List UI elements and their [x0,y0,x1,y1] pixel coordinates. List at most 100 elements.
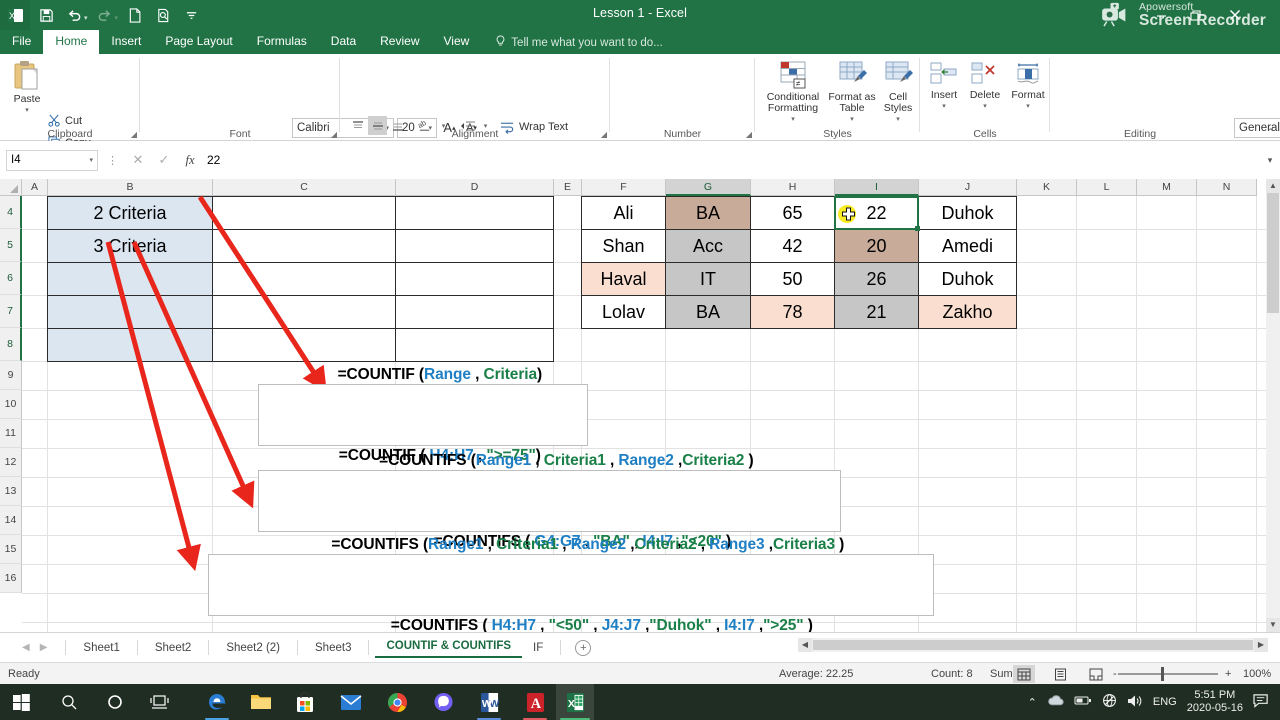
cell-C4[interactable] [212,196,396,230]
sheet-tab-sheet3[interactable]: Sheet3 [304,639,362,657]
horizontal-scrollbar[interactable]: ◀ ▶ [798,638,1268,652]
sheet-tab-sheet2[interactable]: Sheet2 [144,639,202,657]
rowhead-4[interactable]: 4 [0,196,22,229]
cell-B7[interactable] [47,295,213,329]
taskbar-app-word[interactable]: WW [468,684,510,720]
formula-input[interactable]: 22 [203,150,1260,171]
zoom-out-button[interactable]: - [1113,668,1117,680]
collapse-ribbon-button[interactable]: ⌃ [1266,127,1274,138]
cell-C7[interactable] [212,295,396,329]
font-dialog-launcher[interactable]: ◢ [331,130,337,139]
expand-formula-bar-icon[interactable]: ▾ [1260,155,1280,166]
clock[interactable]: 5:51 PM 2020-05-16 [1187,689,1243,715]
cell-D4[interactable] [395,196,554,230]
taskbar-app-excel[interactable]: X [556,684,594,720]
format-as-table-dropdown-icon[interactable]: ▾ [850,114,854,125]
battery-icon[interactable] [1074,695,1092,709]
cell-D7[interactable] [395,295,554,329]
colhead-B[interactable]: B [48,179,213,196]
next-sheet-icon[interactable]: ▶ [40,642,48,653]
cell-B4[interactable]: 2 Criteria [47,196,213,230]
colhead-G[interactable]: G [666,179,751,196]
cell-F5[interactable]: Shan [581,229,666,263]
insert-cells-dropdown-icon[interactable]: ▾ [942,101,946,112]
normal-view-button[interactable] [1013,665,1035,683]
rowhead-16[interactable]: 16 [0,564,22,593]
page-break-view-button[interactable] [1085,665,1107,683]
cell-B8[interactable] [47,328,213,362]
format-cells-button[interactable]: Format ▾ [1006,62,1050,112]
tab-review[interactable]: Review [368,30,431,54]
name-box-dropdown-icon[interactable]: ▾ [89,156,93,164]
taskbar-app-edge[interactable] [196,684,238,720]
cell-I6[interactable]: 26 [834,262,919,296]
cell-G7[interactable]: BA [665,295,751,329]
cell-G6[interactable]: IT [665,262,751,296]
sheet-tab-sheet2-2[interactable]: Sheet2 (2) [215,639,291,657]
restore-button[interactable] [1178,0,1212,30]
taskbar-app-adobe-reader[interactable]: A [514,684,556,720]
start-button[interactable] [0,684,42,720]
paste-dropdown-icon[interactable]: ▾ [25,105,29,116]
cell-J7[interactable]: Zakho [918,295,1017,329]
vertical-scroll-thumb[interactable] [1267,193,1279,313]
colhead-L[interactable]: L [1077,179,1137,196]
page-layout-view-button[interactable] [1049,665,1071,683]
cell-H6[interactable]: 50 [750,262,835,296]
enter-icon[interactable]: ✓ [151,152,177,168]
format-as-table-button[interactable]: Format as Table ▾ [827,60,877,125]
rowhead-6[interactable]: 6 [0,262,22,295]
scroll-down-arrow[interactable]: ▼ [1266,618,1280,632]
rowhead-8[interactable]: 8 [0,328,22,361]
tab-formulas[interactable]: Formulas [245,30,319,54]
colhead-I[interactable]: I [835,179,919,196]
add-sheet-button[interactable]: + [575,639,592,656]
delete-cells-dropdown-icon[interactable]: ▾ [983,101,987,112]
delete-cells-button[interactable]: Delete ▾ [964,62,1006,112]
cell-B5[interactable]: 3 Criteria [47,229,213,263]
colhead-A[interactable]: A [22,179,48,196]
vertical-scrollbar[interactable]: ▲ ▼ [1266,179,1280,632]
rowhead-13[interactable]: 13 [0,477,22,506]
format-cells-dropdown-icon[interactable]: ▾ [1026,101,1030,112]
paste-button[interactable]: Paste ▾ [4,60,50,116]
number-dialog-launcher[interactable]: ◢ [746,130,752,139]
cell-I5[interactable]: 20 [834,229,919,263]
cell-C6[interactable] [212,262,396,296]
tab-page-layout[interactable]: Page Layout [153,30,244,54]
search-button[interactable] [48,684,90,720]
tab-home[interactable]: Home [43,30,100,54]
sheet-tab-if[interactable]: IF [522,639,554,657]
cell-H7[interactable]: 78 [750,295,835,329]
colhead-F[interactable]: F [582,179,666,196]
scroll-left-arrow[interactable]: ◀ [798,638,812,652]
cell-G5[interactable]: Acc [665,229,751,263]
taskbar-app-store[interactable] [284,684,326,720]
tab-insert[interactable]: Insert [99,30,153,54]
language-indicator[interactable]: ENG [1153,696,1177,708]
colhead-J[interactable]: J [919,179,1017,196]
cell-F7[interactable]: Lolav [581,295,666,329]
rowhead-7[interactable]: 7 [0,295,22,328]
show-hidden-icons-button[interactable]: ⌃ [1028,696,1037,709]
rowhead-5[interactable]: 5 [0,229,22,262]
fill-handle[interactable] [915,226,920,231]
scroll-up-arrow[interactable]: ▲ [1266,179,1280,193]
clipboard-dialog-launcher[interactable]: ◢ [131,130,137,139]
prev-sheet-icon[interactable]: ◀ [22,642,30,653]
zoom-slider-knob[interactable] [1161,667,1164,681]
zoom-level[interactable]: 100% [1243,668,1271,680]
cell-H5[interactable]: 42 [750,229,835,263]
cancel-icon[interactable]: ✕ [125,152,151,168]
rowhead-15[interactable]: 15 [0,535,22,564]
name-box[interactable]: I4 ▾ [6,149,98,171]
close-button[interactable] [1218,0,1252,30]
rowhead-14[interactable]: 14 [0,506,22,535]
conditional-formatting-button[interactable]: ≠ Conditional Formatting ▾ [759,60,827,125]
taskbar-app-chrome[interactable] [376,684,418,720]
action-center-button[interactable] [1253,693,1270,711]
rowhead-11[interactable]: 11 [0,419,22,448]
cell-D5[interactable] [395,229,554,263]
tab-data[interactable]: Data [319,30,368,54]
cut-button[interactable]: Cut [48,114,82,127]
